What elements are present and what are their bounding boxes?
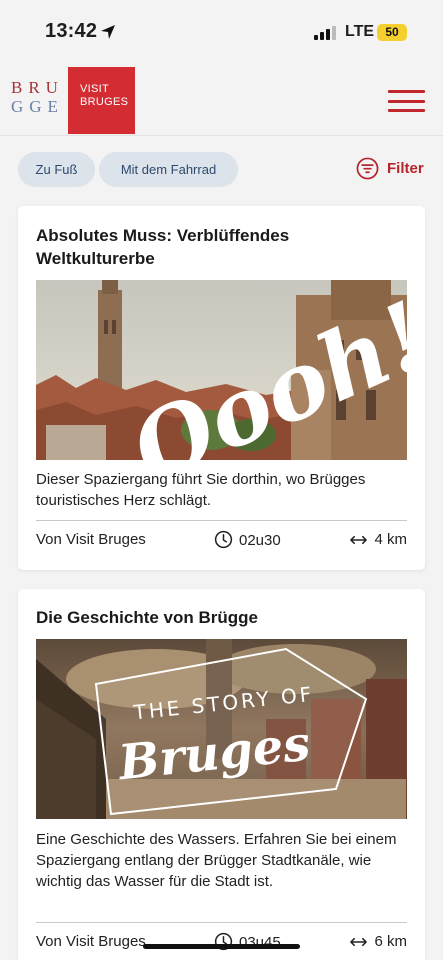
route-description: Eine Geschichte des Wassers. Erfahren Si… <box>36 831 397 890</box>
location-arrow-icon <box>101 25 115 39</box>
route-card[interactable]: Die Geschichte von Brügge THE STORY OF B… <box>18 589 425 960</box>
route-duration: 02u30 <box>214 530 281 549</box>
divider <box>36 520 407 521</box>
filter-label: Filter <box>387 160 424 177</box>
network-type: LTE <box>345 23 375 40</box>
brugge-logo-line1: BRU <box>11 78 64 97</box>
route-duration-value: 02u30 <box>239 531 281 549</box>
route-meta: Von Visit Bruges 02u30 4 km <box>36 530 407 552</box>
route-distance-value: 6 km <box>374 933 407 950</box>
route-distance-value: 4 km <box>374 531 407 548</box>
historic-painting-image[interactable]: THE STORY OF Bruges <box>36 639 407 819</box>
clock-icon <box>214 530 233 549</box>
route-meta: Von Visit Bruges 03u45 6 km <box>36 932 407 954</box>
status-time: 13:42 <box>45 20 98 42</box>
route-card[interactable]: Absolutes Muss: Verblüffendes Weltkultur… <box>18 206 425 570</box>
chip-bike[interactable]: Mit dem Fahrrad <box>99 152 238 187</box>
distance-arrows-icon <box>350 937 368 946</box>
app-header: BRU GGE VISIT BRUGES <box>0 62 443 136</box>
route-title[interactable]: Absolutes Muss: Verblüffendes Weltkultur… <box>36 224 406 270</box>
route-description: Dieser Spaziergang führt Sie dorthin, wo… <box>36 471 366 509</box>
belfry-cityscape-image[interactable]: Oooh! <box>36 280 407 460</box>
chip-walk[interactable]: Zu Fuß <box>18 152 95 187</box>
route-author: Von Visit Bruges <box>36 933 146 950</box>
hamburger-icon[interactable] <box>388 90 425 112</box>
home-indicator[interactable] <box>143 944 300 949</box>
visit-bruges-logo[interactable]: VISIT BRUGES <box>68 67 135 134</box>
route-title[interactable]: Die Geschichte von Brügge <box>36 606 406 629</box>
visit-logo-line1: VISIT <box>80 83 110 95</box>
battery-icon: 50 <box>377 24 407 41</box>
brugge-logo-line2: GGE <box>11 97 64 116</box>
visit-logo-line2: BRUGES <box>80 96 129 108</box>
distance-arrows-icon <box>350 535 368 544</box>
brugge-logo[interactable]: BRU GGE <box>11 78 59 116</box>
route-distance: 4 km <box>349 531 407 548</box>
route-author: Von Visit Bruges <box>36 531 146 548</box>
signal-icon <box>314 26 336 40</box>
route-distance: 6 km <box>349 933 407 950</box>
filter-bar: Zu Fuß Mit dem Fahrrad Filter <box>0 136 443 206</box>
divider <box>36 922 407 923</box>
filter-icon <box>356 157 379 180</box>
filter-button[interactable]: Filter <box>356 157 424 180</box>
status-bar: 13:42 LTE 50 <box>0 0 443 62</box>
